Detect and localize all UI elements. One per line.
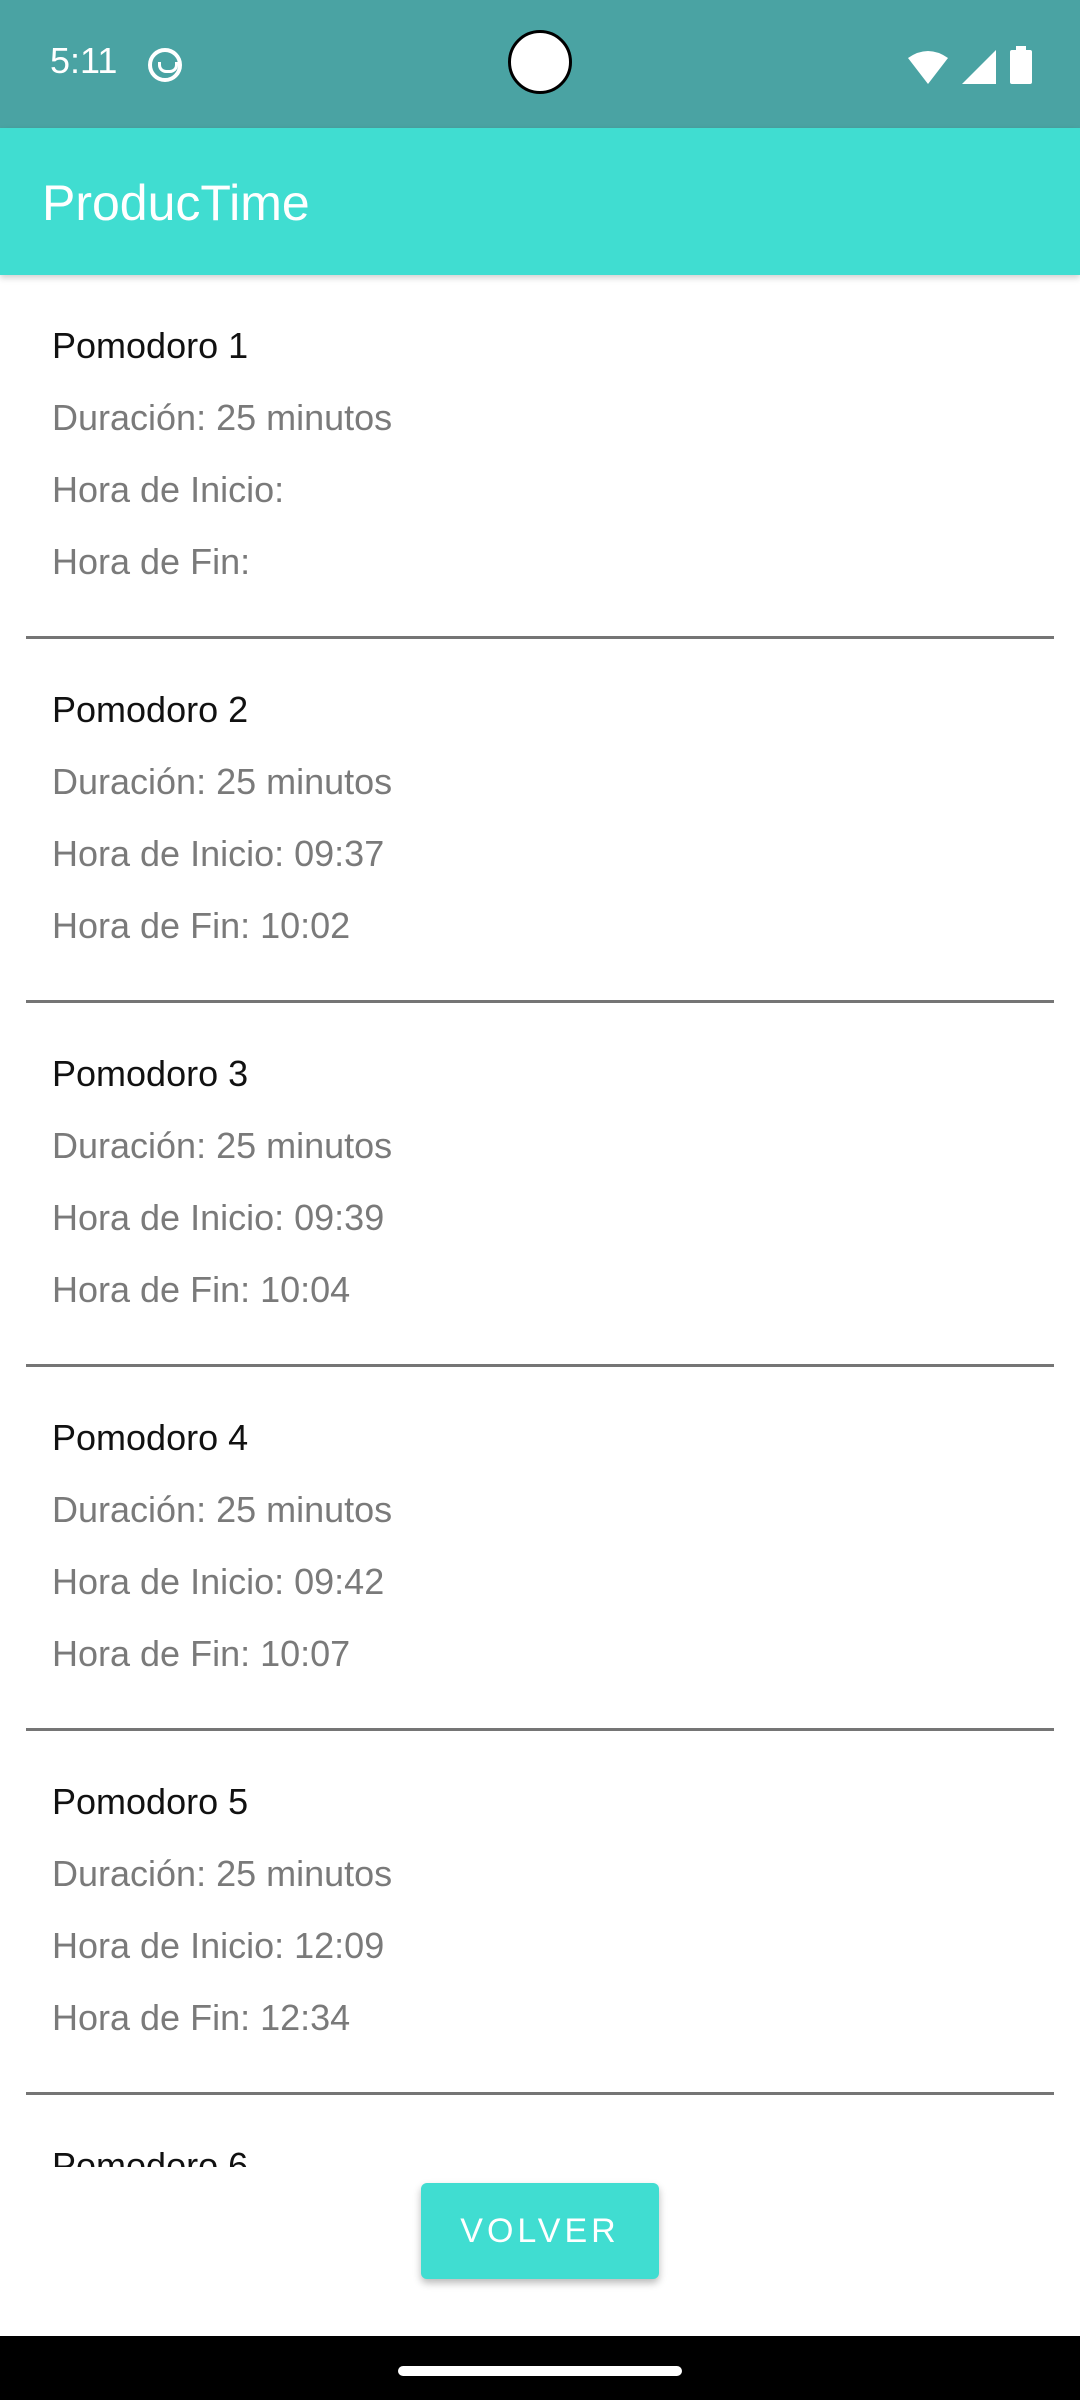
list-item: Pomodoro 2 Duración: 25 minutos Hora de … [26,639,1054,1003]
list-item: Pomodoro 5 Duración: 25 minutos Hora de … [26,1731,1054,2095]
app-bar: ProducTime [0,128,1080,275]
pomodoro-end-time: Hora de Fin: 12:34 [52,1997,351,2038]
app-notification-icon [148,48,182,82]
list-item: Pomodoro 3 Duración: 25 minutos Hora de … [26,1003,1054,1367]
pomodoro-duration: Duración: 25 minutos [52,397,393,438]
pomodoro-title: Pomodoro 1 [52,325,249,366]
list-item: Pomodoro 6 [26,2095,1054,2167]
camera-cutout [508,30,572,94]
pomodoro-end-time: Hora de Fin: 10:02 [52,905,351,946]
list-item: Pomodoro 1 Duración: 25 minutos Hora de … [26,275,1054,639]
status-bar: 5:11 [0,0,1080,128]
home-gesture-handle[interactable] [398,2366,682,2376]
pomodoro-duration: Duración: 25 minutos [52,1489,393,1530]
pomodoro-title: Pomodoro 5 [52,1781,249,1822]
pomodoro-duration: Duración: 25 minutos [52,761,393,802]
app-title: ProducTime [42,175,310,231]
pomodoro-end-time: Hora de Fin: [52,541,251,582]
pomodoro-start-time: Hora de Inicio: 09:37 [52,833,385,874]
pomodoro-end-time: Hora de Fin: 10:07 [52,1633,351,1674]
pomodoro-duration: Duración: 25 minutos [52,1853,393,1894]
pomodoro-start-time: Hora de Inicio: 09:39 [52,1197,385,1238]
pomodoro-title: Pomodoro 4 [52,1417,249,1458]
status-icons [908,44,1032,84]
pomodoro-title: Pomodoro 3 [52,1053,249,1094]
volver-button[interactable]: VOLVER [421,2183,659,2279]
pomodoro-start-time: Hora de Inicio: [52,469,285,510]
pomodoro-title: Pomodoro 2 [52,689,249,730]
pomodoro-end-time: Hora de Fin: 10:04 [52,1269,351,1310]
pomodoro-title: Pomodoro 6 [52,2145,249,2167]
list-item: Pomodoro 4 Duración: 25 minutos Hora de … [26,1367,1054,1731]
wifi-icon [908,50,948,84]
pomodoro-duration: Duración: 25 minutos [52,1125,393,1166]
pomodoro-list[interactable]: Pomodoro 1 Duración: 25 minutos Hora de … [0,275,1080,2167]
pomodoro-start-time: Hora de Inicio: 09:42 [52,1561,385,1602]
pomodoro-start-time: Hora de Inicio: 12:09 [52,1925,385,1966]
battery-icon [1010,46,1032,84]
status-time: 5:11 [50,40,118,81]
cell-signal-icon [962,50,996,84]
